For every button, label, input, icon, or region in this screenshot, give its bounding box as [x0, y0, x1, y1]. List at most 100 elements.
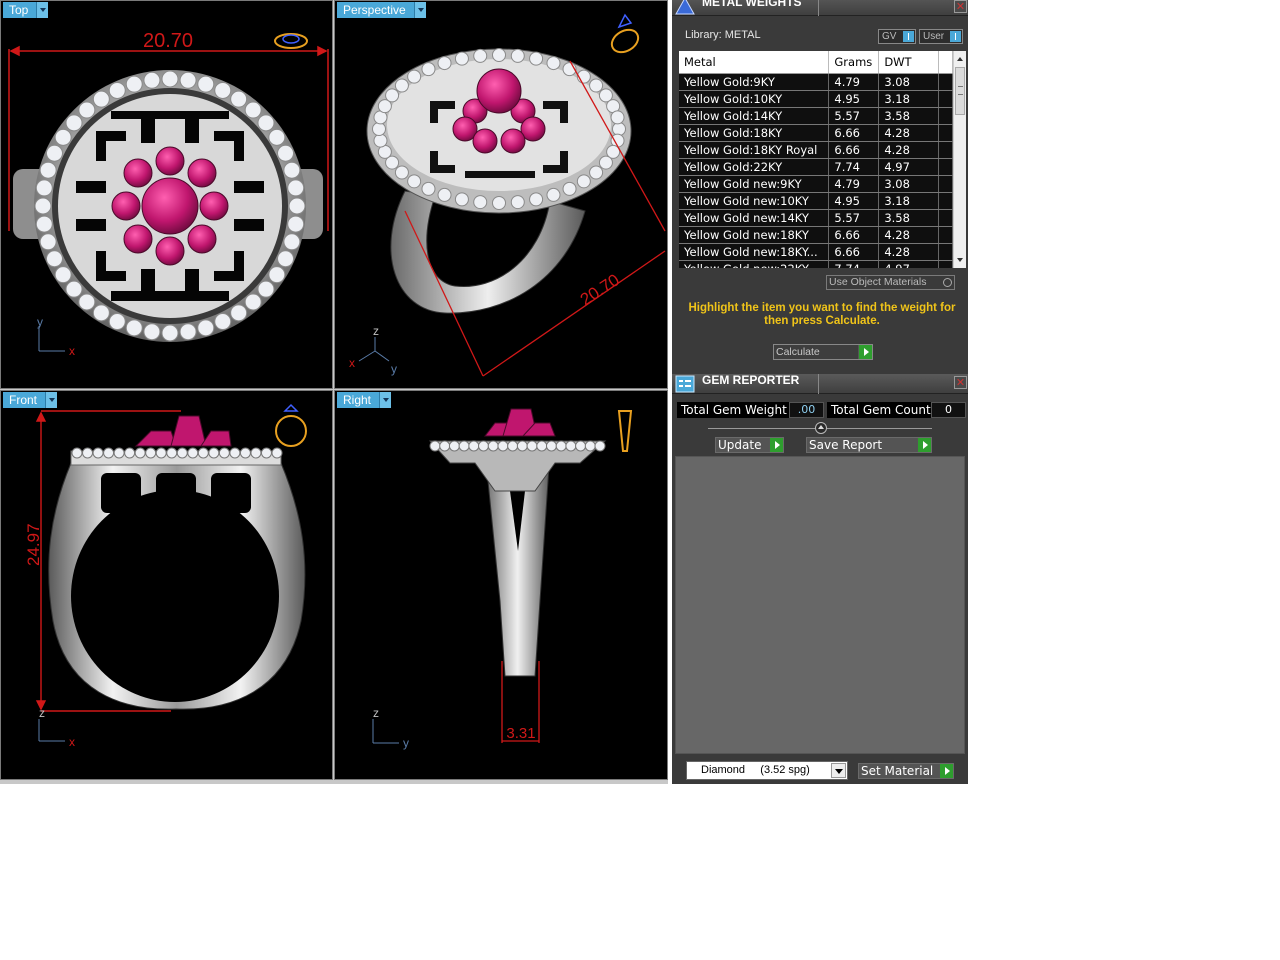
halo-diamond [92, 90, 110, 108]
metal-table-scrollbar[interactable] [953, 51, 966, 268]
total-gem-count-value: 0 [931, 402, 966, 418]
viewport-area: Top 20.70 y x Perspective 20.70 z x y Fr… [0, 0, 668, 784]
halo-diamond [437, 56, 452, 71]
halo-diamond [229, 447, 241, 459]
viewport-front-tab[interactable]: Front [3, 392, 58, 408]
table-row[interactable]: Yellow Gold new:10KY 4.95 3.18 [679, 192, 953, 210]
halo-diamond [45, 144, 63, 162]
use-object-materials-toggle[interactable]: Use Object Materials [826, 275, 955, 290]
viewport-front[interactable]: Front 24.97 z x [0, 390, 333, 780]
viewport-front-dropdown-icon[interactable] [45, 392, 58, 408]
gem-material-select[interactable]: Diamond (3.52 spg) [686, 761, 848, 780]
halo-diamond [244, 293, 262, 311]
gv-toggle[interactable]: GV [878, 29, 916, 44]
halo-diamond [65, 114, 83, 132]
metal-name-cell: Yellow Gold:14KY [679, 107, 830, 125]
chevron-down-icon[interactable] [831, 763, 846, 778]
halo-diamond [421, 181, 436, 196]
radio-icon [943, 278, 952, 287]
gv-toggle-label: GV [882, 31, 897, 42]
metal-weights-table[interactable]: Metal Grams DWT Yellow Gold:9KY 4.79 3.08 Y… [679, 51, 966, 268]
viewport-perspective[interactable]: Perspective 20.70 z x y [334, 0, 668, 389]
save-report-label: Save Report [809, 438, 883, 452]
halo-diamond [283, 161, 301, 179]
halo-diamond [82, 447, 94, 459]
table-row[interactable]: Yellow Gold:10KY 4.95 3.18 [679, 90, 953, 108]
dwt-cell: 4.97 [878, 260, 940, 268]
table-row[interactable]: Yellow Gold:14KY 5.57 3.58 [679, 107, 953, 125]
halo-diamond [473, 48, 488, 63]
viewport-top-tab[interactable]: Top [3, 2, 49, 18]
scroll-up-icon[interactable] [957, 57, 963, 61]
total-gem-count-label: Total Gem Count [827, 402, 931, 418]
calculate-button[interactable]: Calculate [773, 344, 873, 360]
viewport-top-dropdown-icon[interactable] [36, 2, 49, 18]
dwt-cell: 3.08 [878, 175, 940, 193]
halo-diamond [92, 304, 110, 322]
gem-reporter-splitter[interactable] [708, 422, 932, 434]
halo-diamond [125, 319, 143, 337]
halo-diamond [108, 313, 126, 331]
halo-diamond [439, 440, 451, 452]
side-panel: METAL WEIGHTS ✕ Library: METAL GV User M… [672, 0, 968, 784]
grams-cell: 4.95 [828, 192, 880, 210]
save-report-button[interactable]: Save Report [806, 437, 932, 453]
scroll-thumb[interactable] [955, 67, 965, 115]
metal-name-cell: Yellow Gold:9KY [679, 73, 830, 91]
filler-cell [938, 226, 953, 244]
grams-cell: 5.57 [828, 209, 880, 227]
grams-cell: 4.95 [828, 90, 880, 108]
table-row[interactable]: Yellow Gold:9KY 4.79 3.08 [679, 73, 953, 91]
column-dwt[interactable]: DWT [878, 51, 940, 74]
axis-y-label: y [37, 315, 43, 329]
axis-x-label: x [69, 735, 75, 749]
gem-report-area[interactable] [675, 456, 965, 754]
halo-diamond [373, 133, 388, 148]
update-button[interactable]: Update [715, 437, 784, 453]
halo-diamond [257, 114, 275, 132]
halo-diamond [555, 440, 567, 452]
halo-diamond [584, 440, 596, 452]
table-row[interactable]: Yellow Gold:22KY 7.74 4.97 [679, 158, 953, 176]
table-row[interactable]: Yellow Gold new:14KY 5.57 3.58 [679, 209, 953, 227]
gem-reporter-title: GEM REPORTER [702, 373, 800, 387]
halo-diamond [468, 440, 480, 452]
gem-reporter-close-icon[interactable]: ✕ [954, 376, 967, 389]
axis-z-label: z [373, 706, 379, 720]
halo-diamond [372, 122, 386, 136]
table-row[interactable]: Yellow Gold:18KY Royal 6.66 4.28 [679, 141, 953, 159]
table-row[interactable]: Yellow Gold new:22KY7.744.97 [679, 260, 953, 268]
table-row[interactable]: Yellow Gold new:18KY... 6.66 4.28 [679, 243, 953, 261]
halo-diamond [594, 440, 606, 452]
halo-diamond [197, 75, 215, 93]
viewport-right-tab[interactable]: Right [337, 392, 392, 408]
halo-diamond [454, 192, 469, 207]
viewport-right-dropdown-icon[interactable] [379, 392, 392, 408]
set-material-button[interactable]: Set Material [858, 763, 954, 779]
scroll-down-icon[interactable] [957, 258, 963, 262]
halo-diamond [155, 447, 167, 459]
collapse-arrow-icon[interactable] [815, 422, 827, 434]
column-grams[interactable]: Grams [828, 51, 880, 74]
user-toggle[interactable]: User [919, 29, 963, 44]
viewport-right[interactable]: Right 3.31 z y [334, 390, 668, 780]
table-row[interactable]: Yellow Gold new:18KY 6.66 4.28 [679, 226, 953, 244]
viewport-perspective-dropdown-icon[interactable] [413, 2, 426, 18]
table-row[interactable]: Yellow Gold:18KY 6.66 4.28 [679, 124, 953, 142]
metal-weights-close-icon[interactable]: ✕ [954, 0, 967, 13]
table-row[interactable]: Yellow Gold new:9KY 4.79 3.08 [679, 175, 953, 193]
viewport-perspective-tab[interactable]: Perspective [337, 2, 426, 18]
axis-y-label: y [391, 362, 397, 376]
dwt-cell: 3.58 [878, 107, 940, 125]
filler-cell [938, 209, 953, 227]
halo-diamond [277, 250, 295, 268]
halo-diamond [143, 323, 161, 341]
filler-cell [938, 73, 953, 91]
halo-diamond [565, 440, 577, 452]
column-metal[interactable]: Metal [679, 51, 830, 74]
viewport-top[interactable]: Top 20.70 y x [0, 0, 333, 389]
halo-diamond [257, 280, 275, 298]
halo-diamond [421, 62, 436, 77]
dwt-cell: 4.28 [878, 243, 940, 261]
halo-diamond [473, 195, 488, 210]
